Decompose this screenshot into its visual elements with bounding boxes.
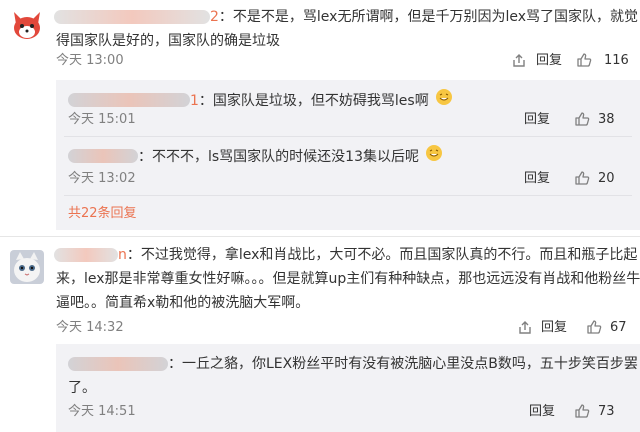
reply-1-text: 1：国家队是垃圾，但不妨碍我骂les啊 xyxy=(190,88,453,114)
comment-divider xyxy=(0,236,640,237)
thumbs-up-icon[interactable] xyxy=(574,111,590,131)
thumbs-up-icon[interactable] xyxy=(574,170,590,190)
grin-emoji-icon xyxy=(435,88,453,114)
user-avatar-fox[interactable] xyxy=(10,8,44,42)
fox-avatar-icon xyxy=(10,8,44,42)
reply-2-timestamp: 今天 13:02 xyxy=(68,171,136,186)
reply-1-reply-button[interactable]: 回复 xyxy=(524,112,550,128)
username-tail[interactable]: n xyxy=(118,247,127,263)
username-blurred[interactable] xyxy=(54,248,118,262)
reply-button[interactable]: 回复 xyxy=(536,53,562,69)
reply-3-reply-button[interactable]: 回复 xyxy=(529,404,555,420)
user-avatar-cat[interactable] xyxy=(10,250,44,284)
username-blurred[interactable] xyxy=(54,10,210,24)
comment-timestamp: 今天 14:32 xyxy=(56,320,124,335)
thumbs-up-icon[interactable] xyxy=(574,403,590,423)
comment-1-line-1: 2：不是不是，骂lex无所谓啊，但是千万别因为lex骂了国家队，就觉 xyxy=(210,9,639,25)
reply-username-blurred[interactable] xyxy=(68,357,168,371)
reply-3-like-count: 73 xyxy=(598,404,615,419)
like-count: 116 xyxy=(604,53,629,68)
reply-2-text: ：不不不，ls骂国家队的时候还没13集以后呢 xyxy=(138,144,443,170)
reply-button[interactable]: 回复 xyxy=(541,320,567,336)
comment-timestamp: 今天 13:00 xyxy=(56,53,124,68)
thumbs-up-icon[interactable] xyxy=(586,319,602,339)
reply-username-tail[interactable]: 1 xyxy=(190,93,199,109)
reply-username-blurred[interactable] xyxy=(68,93,190,107)
comment-2-line-2: 来，lex那是非常尊重女性好嘛。。。但是就算up主们有种种缺点，那也远远没有肖战… xyxy=(56,271,640,287)
comment-2-line-1: n：不过我觉得，拿lex和肖战比，大可不必。而且国家队真的不行。而且和瓶子比起 xyxy=(118,247,638,263)
comment-2-line-3: 逼吧。。简直希x勒和他的被洗脑大军啊。 xyxy=(56,295,310,311)
reply-2-like-count: 20 xyxy=(598,171,615,186)
grin-emoji-icon xyxy=(425,144,443,170)
share-icon[interactable] xyxy=(517,320,533,340)
username-tail[interactable]: 2 xyxy=(210,9,219,25)
reply-1-like-count: 38 xyxy=(598,112,615,127)
cat-avatar-icon xyxy=(10,250,44,284)
reply-3-line-1: ：一丘之貉，你LEX粉丝平时有没有被洗脑心里没点B数吗，五十步笑百步罢 xyxy=(168,356,638,372)
reply-1-timestamp: 今天 15:01 xyxy=(68,112,136,127)
reply-3-line-2: 了。 xyxy=(68,380,96,396)
comment-1-line-2: 得国家队是好的，国家队的确是垃圾 xyxy=(56,33,280,49)
reply-divider xyxy=(64,195,632,196)
reply-username-blurred[interactable] xyxy=(68,149,138,163)
reply-2-reply-button[interactable]: 回复 xyxy=(524,171,550,187)
thumbs-up-icon[interactable] xyxy=(576,52,592,72)
share-icon[interactable] xyxy=(511,53,527,73)
reply-divider xyxy=(64,136,632,137)
like-count: 67 xyxy=(610,320,627,335)
reply-3-timestamp: 今天 14:51 xyxy=(68,404,136,419)
more-replies-link[interactable]: 共22条回复 xyxy=(68,206,137,222)
